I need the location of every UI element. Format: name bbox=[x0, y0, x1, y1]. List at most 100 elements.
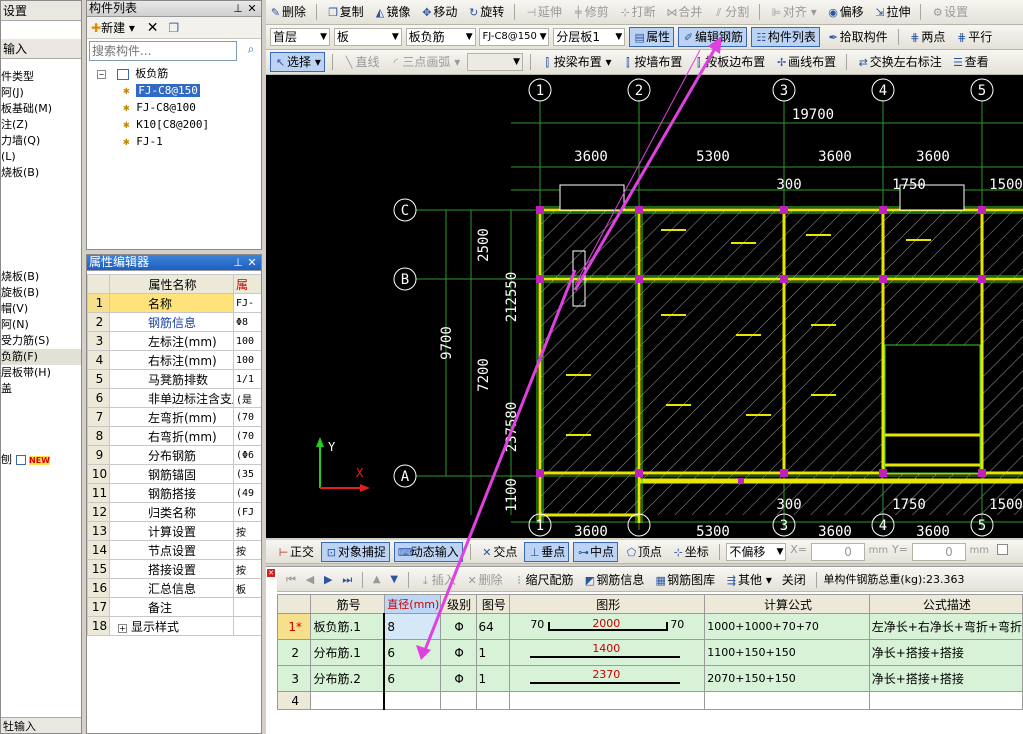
extend-button[interactable]: ⊣ 延伸 bbox=[522, 2, 565, 22]
property-value[interactable] bbox=[233, 616, 261, 636]
nav-item[interactable]: 帽(V) bbox=[1, 301, 81, 317]
coordinate-snap[interactable]: ⊹ 坐标 bbox=[669, 542, 712, 562]
x-input[interactable]: 0 bbox=[810, 543, 865, 561]
close-icon[interactable]: ✕ bbox=[245, 255, 259, 270]
property-name[interactable]: 左标注(mm) bbox=[109, 331, 234, 351]
cad-canvas[interactable]: 1 2 3 4 5 1 3 4 5 C B A 19700 3600 5300 … bbox=[266, 75, 1023, 538]
bar-name-cell[interactable]: 板负筋.1 bbox=[310, 613, 385, 640]
nav-item[interactable]: 件类型 bbox=[1, 69, 81, 85]
property-name[interactable]: 右弯折(mm) bbox=[109, 426, 234, 446]
property-name[interactable]: 分布钢筋 bbox=[109, 445, 234, 465]
pin-icon[interactable]: ⊥ bbox=[231, 1, 245, 16]
property-value[interactable]: (FJ bbox=[233, 502, 261, 522]
property-value[interactable]: 按 bbox=[233, 521, 261, 541]
grade-cell[interactable]: Φ bbox=[439, 639, 477, 666]
by-slab-edge-button[interactable]: ⫿ 按板边布置 bbox=[689, 52, 768, 72]
formula-cell[interactable] bbox=[704, 691, 870, 710]
arc-button[interactable]: ◜ 三点画弧 ▾ bbox=[386, 52, 463, 72]
property-name[interactable]: 钢筋信息 bbox=[109, 312, 234, 332]
stretch-button[interactable]: ⇲ 拉伸 bbox=[870, 2, 913, 22]
nav-item[interactable]: 板基础(M) bbox=[1, 101, 81, 117]
table-row[interactable]: 2 分布筋.1 6 Φ 1 1400 1100+150+150 净长+搭接+搭接 bbox=[276, 639, 1023, 666]
description-cell[interactable] bbox=[868, 691, 1023, 710]
nav-item[interactable]: 盖 bbox=[1, 381, 81, 397]
rebar-library-button[interactable]: ▦钢筋图库 bbox=[651, 570, 718, 590]
collapse-icon[interactable]: − bbox=[97, 70, 106, 79]
trim-button[interactable]: ╪ 修剪 bbox=[569, 2, 612, 22]
insert-button[interactable]: ⤓ 插入 bbox=[416, 570, 459, 590]
nav-item[interactable]: 烧板(B) bbox=[1, 165, 81, 181]
property-name[interactable]: 计算设置 bbox=[109, 521, 234, 541]
nav-item-selected[interactable]: 负筋(F) bbox=[1, 349, 81, 365]
bar-name-cell[interactable]: 分布筋.2 bbox=[310, 665, 385, 692]
delete-row-button[interactable]: ✕ 删除 bbox=[463, 570, 506, 590]
header-description[interactable]: 公式描述 bbox=[868, 594, 1023, 614]
property-name[interactable]: 汇总信息 bbox=[109, 578, 234, 598]
delete-icon[interactable]: ✕ bbox=[147, 20, 159, 36]
nav-settings[interactable]: 设置 bbox=[1, 1, 81, 21]
swap-labels-button[interactable]: ⇄ 交换左右标注 bbox=[854, 52, 945, 72]
nav-item[interactable]: 力墙(Q) bbox=[1, 133, 81, 149]
delete-button[interactable]: ✎ 删除 bbox=[266, 2, 309, 22]
type-select[interactable]: 板 ▼ bbox=[333, 28, 402, 46]
diameter-cell[interactable]: 8 bbox=[383, 613, 441, 640]
edit-rebar-button[interactable]: ✐ 编辑钢筋 bbox=[677, 27, 747, 47]
move-button[interactable]: ✥ 移动 bbox=[417, 2, 460, 22]
mirror-button[interactable]: ◭ 镜像 bbox=[371, 2, 414, 22]
header-grade[interactable]: 级别 bbox=[439, 594, 477, 614]
formula-cell[interactable]: 1000+1000+70+70 bbox=[704, 613, 870, 640]
property-value[interactable]: 板 bbox=[233, 578, 261, 598]
description-cell[interactable]: 净长+搭接+搭接 bbox=[868, 665, 1023, 692]
perpendicular-snap[interactable]: ⊥ 垂点 bbox=[524, 542, 570, 562]
table-row[interactable]: 1* 板负筋.1 8 Φ 64 70 2000 70 1000+1000+70+… bbox=[276, 613, 1023, 640]
draw-line-layout-button[interactable]: ✢ 画线布置 bbox=[772, 52, 839, 72]
rotate-button[interactable]: ↻ 旋转 bbox=[464, 2, 507, 22]
property-value[interactable]: 100 bbox=[233, 331, 261, 351]
property-value[interactable] bbox=[233, 597, 261, 617]
diameter-cell[interactable]: 6 bbox=[383, 665, 441, 692]
rebar-info-button[interactable]: ◩钢筋信息 bbox=[580, 570, 647, 590]
property-value[interactable]: 1/1 bbox=[233, 369, 261, 389]
nav-item[interactable]: 层板带(H) bbox=[1, 365, 81, 381]
layer-select[interactable]: 分层板1 ▼ bbox=[553, 28, 626, 46]
nav-input[interactable]: 输入 bbox=[1, 39, 81, 59]
property-name[interactable]: 钢筋锚固 bbox=[109, 464, 234, 484]
view-button[interactable]: ☰ 查看 bbox=[949, 52, 992, 72]
property-name[interactable]: 名称 bbox=[109, 293, 234, 313]
copy-icon[interactable]: ❐ bbox=[168, 21, 179, 35]
nav-bottom-item[interactable]: 牡输入 bbox=[1, 717, 81, 733]
description-cell[interactable]: 左净长+右净长+弯折+弯折 bbox=[868, 613, 1023, 640]
next-record-button[interactable]: ▶ bbox=[321, 570, 335, 590]
formula-cell[interactable]: 2070+150+150 bbox=[704, 665, 870, 692]
break-button[interactable]: ⊹ 打断 bbox=[616, 2, 659, 22]
shape-cell[interactable]: 70 2000 70 bbox=[509, 613, 706, 640]
by-wall-button[interactable]: ⫿ 按墙布置 bbox=[618, 52, 685, 72]
close-icon[interactable]: ✕ bbox=[245, 1, 259, 16]
property-value[interactable]: 按 bbox=[233, 540, 261, 560]
tree-item[interactable]: ✱ FJ-C8@150 bbox=[97, 82, 261, 99]
new-component-button[interactable]: ✚新建 ▾ bbox=[91, 21, 135, 35]
property-value[interactable]: (49 bbox=[233, 483, 261, 503]
vertex-snap[interactable]: ⬠ 顶点 bbox=[622, 542, 665, 562]
shape-cell[interactable]: 2370 bbox=[509, 665, 706, 692]
line-button[interactable]: ╲ 直线 bbox=[340, 52, 383, 72]
figure-no-cell[interactable]: 1 bbox=[475, 665, 511, 692]
diameter-cell[interactable] bbox=[383, 691, 441, 710]
select-button[interactable]: ↖ 选择 ▾ bbox=[270, 52, 325, 72]
grade-cell[interactable] bbox=[439, 691, 477, 710]
nav-item[interactable]: 阿(N) bbox=[1, 317, 81, 333]
close-button[interactable]: 关闭 bbox=[779, 570, 809, 590]
parallel-button[interactable]: ⋕ 平行 bbox=[952, 27, 995, 47]
property-value[interactable]: (70 bbox=[233, 426, 261, 446]
grade-cell[interactable]: Φ bbox=[439, 665, 477, 692]
header-formula[interactable]: 计算公式 bbox=[704, 594, 870, 614]
component-search-input[interactable] bbox=[89, 41, 237, 61]
y-input[interactable]: 0 bbox=[911, 543, 966, 561]
tree-item[interactable]: ✱ FJ-C8@100 bbox=[97, 99, 261, 116]
floor-select[interactable]: 首层 ▼ bbox=[270, 28, 330, 46]
nav-item[interactable]: 受力筋(S) bbox=[1, 333, 81, 349]
header-shape[interactable]: 图形 bbox=[509, 594, 706, 614]
bar-name-cell[interactable]: 分布筋.1 bbox=[310, 639, 385, 666]
midpoint-snap[interactable]: ⊶中点 bbox=[573, 542, 619, 562]
scale-rebar-button[interactable]: ⫶ 缩尺配筋 bbox=[509, 570, 576, 590]
